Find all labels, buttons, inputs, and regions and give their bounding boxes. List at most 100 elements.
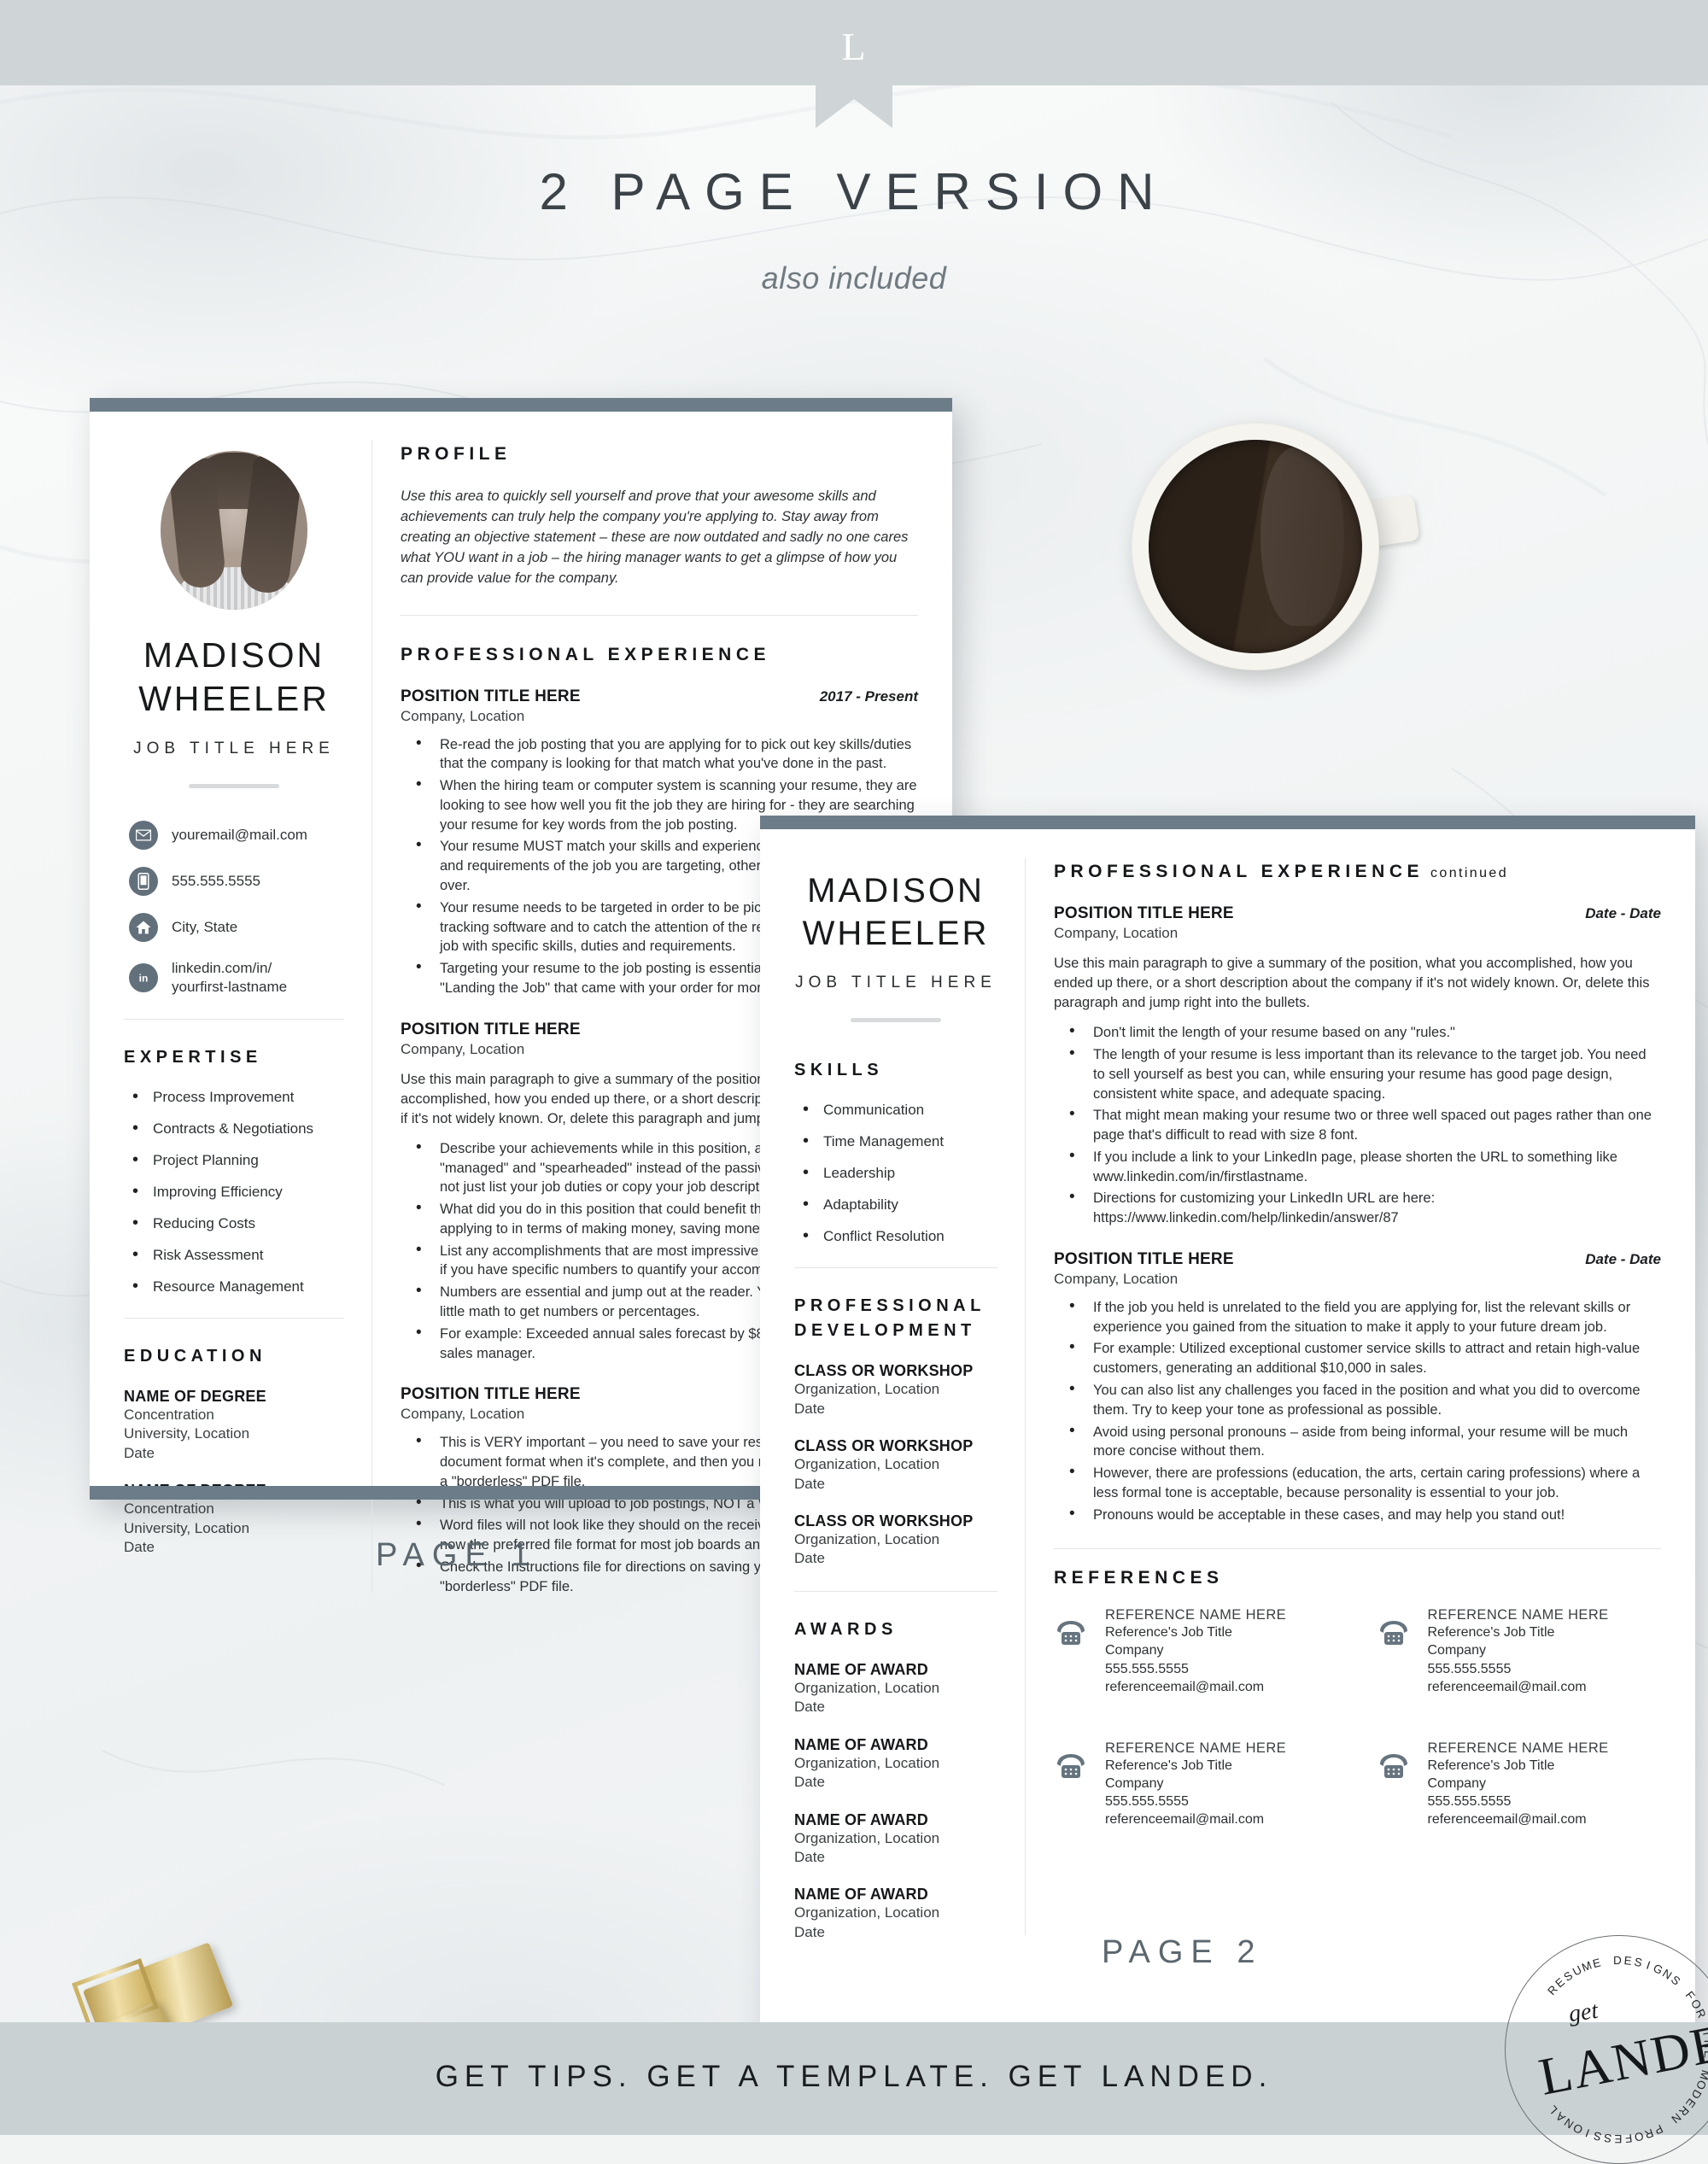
seal-arc-char: E [1613,2132,1623,2146]
skills-list: Communication Time Management Leadership… [801,1100,997,1246]
contact-phone[interactable]: 555.555.5555 [129,866,344,896]
job-company: Company, Location [1054,1270,1179,1287]
telephone-icon [1377,1752,1414,1784]
job-bullets: Don't limit the length of your resume ba… [1054,1021,1661,1228]
footer-band: GET TIPS. GET A TEMPLATE. GET LANDED. RE… [0,1935,1708,2164]
job-date: Date - Date [1585,1250,1661,1267]
contact-location-value: City, State [172,918,238,935]
job-date: 2017 - Present [819,687,918,705]
svg-text:in: in [139,972,149,984]
profdev-details: Organization, Location Date [794,1530,940,1567]
list-item: Adaptability [801,1195,997,1214]
seal-arc-char: F [1623,2132,1634,2145]
seal-arc-char: S [1633,1955,1645,1970]
education-entry: NAME OF DEGREE Concentration University,… [124,1388,344,1463]
contact-linkedin[interactable]: in linkedin.com/in/ yourfirst-lastname [129,959,344,997]
list-item: However, there are professions (educatio… [1054,1461,1661,1503]
ribbon-tail-shape [816,85,892,128]
sidebar-divider-2 [124,1317,344,1319]
list-item: Process Improvement [131,1087,344,1107]
mobile-phone-icon [129,866,158,896]
page2-sidebar: MADISON WHEELER JOB TITLE HERE SKILLS Co… [760,829,1025,1961]
cup-body [1132,423,1379,670]
reference-entry: REFERENCE NAME HERE Reference's Job Titl… [1377,1607,1662,1695]
reference-details: Reference's Job Title Company 555.555.55… [1427,1625,1587,1694]
references-grid: REFERENCE NAME HERE Reference's Job Titl… [1054,1607,1661,1828]
page2-accent-bar-top [760,816,1695,829]
contact-email[interactable]: youremail@mail.com [129,820,344,850]
home-icon [129,912,158,942]
job-title: POSITION TITLE HERE [1054,1249,1234,1268]
education-heading: EDUCATION [124,1346,266,1366]
award-entry: NAME OF AWARD Organization, Location Dat… [794,1811,997,1868]
list-item: Communication [801,1100,997,1120]
award-details: Organization, Location Date [794,1754,940,1791]
job-title: POSITION TITLE HERE [1054,904,1234,922]
experience-entry: POSITION TITLE HERE Date - Date Company,… [1054,1249,1661,1525]
coffee-cup-image [1132,423,1420,670]
list-item: If the job you held is unrelated to the … [1054,1295,1661,1337]
list-item: If you include a link to your LinkedIn p… [1054,1145,1661,1187]
award-title: NAME OF AWARD [794,1810,928,1828]
list-item: Risk Assessment [131,1245,344,1265]
list-item: Resource Management [131,1277,344,1296]
get-landed-seal: RESUME DESIGNS FOR THE MODERN PROFESSION… [1505,1935,1708,2164]
resume-page-2[interactable]: MADISON WHEELER JOB TITLE HERE SKILLS Co… [760,816,1695,2071]
contact-phone-value: 555.555.5555 [172,872,260,889]
award-title: NAME OF AWARD [794,1735,928,1753]
contact-location[interactable]: City, State [129,912,344,942]
expertise-heading: EXPERTISE [124,1047,262,1067]
page-subtitle: also included [761,260,947,295]
contact-email-value: youremail@mail.com [172,826,307,843]
linkedin-icon: in [129,962,158,992]
resume-name: MADISON WHEELER [124,634,344,721]
experience-heading-suffix: continued [1430,866,1509,880]
list-item: Reducing Costs [131,1214,344,1233]
list-item: For example: Utilized exceptional custom… [1054,1336,1661,1378]
name-divider [189,783,279,788]
page1-caption: PAGE 1 [376,1537,537,1573]
reference-name: REFERENCE NAME HERE [1105,1740,1287,1756]
footer-tagline: GET TIPS. GET A TEMPLATE. GET LANDED. [435,2060,1273,2093]
seal-arc-char [1605,1955,1611,1968]
award-details: Organization, Location Date [794,1679,940,1716]
resume-name-first: MADISON [807,872,985,909]
resume-name-last: WHEELER [802,914,990,952]
reference-name: REFERENCE NAME HERE [1105,1607,1287,1623]
list-item: Project Planning [131,1150,344,1170]
seal-arc-char: D [1612,1953,1623,1968]
telephone-icon [1054,1619,1091,1651]
page1-accent-bar-top [90,398,952,412]
job-title: POSITION TITLE HERE [401,687,581,705]
resume-job-title: JOB TITLE HERE [795,974,997,992]
expertise-list: Process Improvement Contracts & Negotiat… [131,1087,344,1296]
references-heading: REFERENCES [1054,1568,1224,1588]
seal-arc-char: E [1623,1954,1634,1968]
job-bullets: If the job you held is unrelated to the … [1054,1295,1661,1525]
professional-development-heading: PROFESSIONAL DEVELOPMENT [794,1294,997,1343]
reference-entry: REFERENCE NAME HERE Reference's Job Titl… [1054,1607,1339,1695]
list-item: Avoid using personal pronouns – aside fr… [1054,1420,1661,1462]
list-item: That might mean making your resume two o… [1054,1103,1661,1145]
experience-heading: PROFESSIONAL EXPERIENCE [401,644,771,664]
awards-heading: AWARDS [794,1619,898,1639]
list-item: Directions for customizing your LinkedIn… [1054,1186,1661,1228]
award-title: NAME OF AWARD [794,1660,928,1678]
resume-name: MADISON WHEELER [794,870,997,955]
profdev-details: Organization, Location Date [794,1381,940,1417]
sidebar-divider-1 [794,1267,997,1269]
profdev-details: Organization, Location Date [794,1456,940,1492]
job-company: Company, Location [1054,925,1179,941]
experience-continued-heading: PROFESSIONAL EXPERIENCE continued [1054,862,1661,882]
profdev-entry: CLASS OR WORKSHOP Organization, Location… [794,1512,997,1569]
reference-name: REFERENCE NAME HERE [1427,1740,1609,1756]
list-item: Improving Efficiency [131,1182,344,1202]
reference-details: Reference's Job Title Company 555.555.55… [1105,1625,1265,1694]
reference-details: Reference's Job Title Company 555.555.55… [1427,1758,1587,1828]
degree-details: Concentration University, Location Date [124,1406,250,1461]
contact-list: youremail@mail.com 555.555.5555 City, St… [129,820,344,997]
award-entry: NAME OF AWARD Organization, Location Dat… [794,1886,997,1942]
resume-job-title: JOB TITLE HERE [133,739,335,757]
profdev-heading-line1: PROFESSIONAL [794,1296,986,1316]
list-item: Contracts & Negotiations [131,1119,344,1138]
